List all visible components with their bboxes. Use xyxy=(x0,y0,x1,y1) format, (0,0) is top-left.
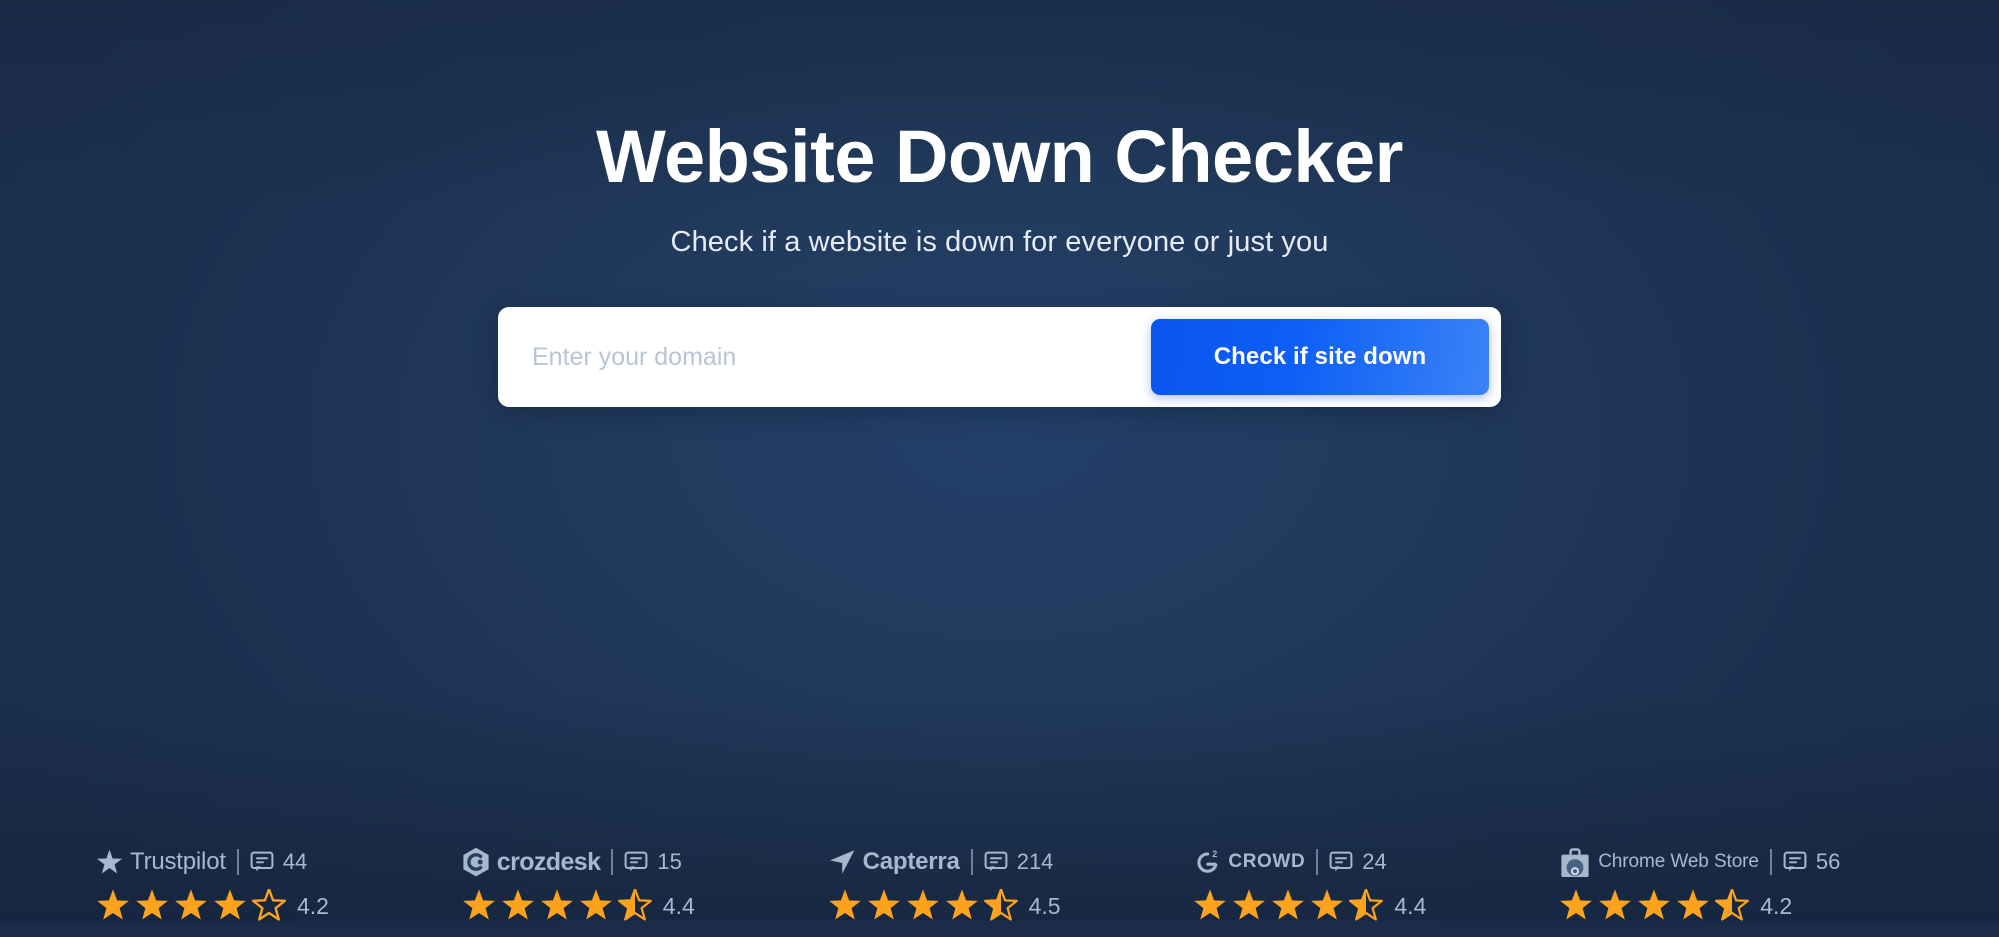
review-badge[interactable]: 2 CROWD 24 4.4 xyxy=(1193,847,1559,923)
star-filled-icon xyxy=(213,889,247,923)
star-filled-icon xyxy=(174,889,208,923)
rating-value: 4.4 xyxy=(662,892,695,919)
star-filled-icon xyxy=(828,889,862,923)
badge-divider xyxy=(1316,849,1319,875)
domain-input[interactable] xyxy=(510,319,1151,396)
hero-bottom-bar xyxy=(0,921,1999,937)
speech-bubble-icon xyxy=(1329,850,1353,874)
star-filled-icon xyxy=(135,889,169,923)
rating-value: 4.5 xyxy=(1028,892,1061,919)
speech-bubble-icon xyxy=(250,850,274,874)
badge-divider xyxy=(236,849,239,875)
speech-bubble-icon xyxy=(624,850,648,874)
star-filled-icon xyxy=(1193,889,1227,923)
rating-value: 4.4 xyxy=(1394,892,1427,919)
star-filled-icon xyxy=(501,889,535,923)
chrome-web-store-bag-icon xyxy=(1559,847,1591,878)
badge-divider xyxy=(611,849,614,875)
brand-name: Capterra xyxy=(862,848,960,875)
badge-header: Chrome Web Store 56 xyxy=(1559,847,1925,877)
review-badge[interactable]: Capterra 214 4.5 xyxy=(828,847,1194,923)
review-badges-row: Trustpilot 44 4.2 crozdesk 15 4.4 Capterra 214 4… xyxy=(0,847,1999,923)
star-half-icon xyxy=(983,889,1018,923)
star-filled-icon xyxy=(1598,889,1632,923)
badge-header: crozdesk 15 xyxy=(462,847,828,877)
star-filled-icon xyxy=(1559,889,1593,923)
badge-divider xyxy=(1769,849,1772,875)
star-rating: 4.2 xyxy=(96,889,462,923)
review-count: 15 xyxy=(657,849,682,874)
star-empty-icon xyxy=(252,889,286,923)
review-count-group: 44 xyxy=(250,849,307,875)
star-filled-icon xyxy=(906,889,940,923)
star-rating: 4.2 xyxy=(1559,889,1925,923)
review-count: 214 xyxy=(1016,849,1054,874)
star-filled-icon xyxy=(1637,889,1671,923)
review-count: 24 xyxy=(1362,849,1387,874)
star-rating: 4.4 xyxy=(1193,889,1559,923)
rating-value: 4.2 xyxy=(1760,892,1793,919)
brand-name: Chrome Web Store xyxy=(1598,851,1759,872)
brand-logo: Capterra xyxy=(828,848,960,876)
review-count: 44 xyxy=(282,849,308,874)
crozdesk-hexagon-icon xyxy=(462,847,490,877)
speech-bubble-icon xyxy=(984,850,1008,874)
page-title: Website Down Checker xyxy=(596,115,1403,198)
review-count-group: 56 xyxy=(1783,849,1840,875)
review-count-group: 24 xyxy=(1329,849,1387,875)
star-filled-icon xyxy=(867,889,901,923)
badge-header: Trustpilot 44 xyxy=(96,847,462,877)
star-rating: 4.5 xyxy=(828,889,1194,923)
speech-bubble-icon xyxy=(1783,850,1807,874)
review-count-group: 214 xyxy=(984,849,1054,875)
star-half-icon xyxy=(1715,889,1750,923)
star-filled-icon xyxy=(1271,889,1305,923)
brand-logo: 2 CROWD xyxy=(1193,848,1305,876)
svg-text:2: 2 xyxy=(1213,849,1218,859)
star-filled-icon xyxy=(540,889,574,923)
star-half-icon xyxy=(1349,889,1384,923)
brand-logo: Chrome Web Store xyxy=(1559,847,1759,878)
badge-divider xyxy=(970,849,973,875)
star-filled-icon xyxy=(462,889,496,923)
hero-section: Website Down Checker Check if a website … xyxy=(0,0,1999,937)
star-filled-icon xyxy=(1232,889,1266,923)
brand-logo: Trustpilot xyxy=(96,848,226,876)
badge-header: 2 CROWD 24 xyxy=(1193,847,1559,877)
check-if-site-down-button[interactable]: Check if site down xyxy=(1151,319,1489,396)
star-filled-icon xyxy=(1310,889,1344,923)
brand-name: Trustpilot xyxy=(130,848,226,875)
star-filled-icon xyxy=(1676,889,1710,923)
trustpilot-star-icon xyxy=(96,849,123,876)
search-card: Check if site down xyxy=(498,307,1501,408)
badge-header: Capterra 214 xyxy=(828,847,1194,877)
star-filled-icon xyxy=(579,889,613,923)
review-badge[interactable]: Trustpilot 44 4.2 xyxy=(96,847,462,923)
review-count: 56 xyxy=(1815,849,1841,874)
brand-name: crozdesk xyxy=(496,847,601,876)
star-filled-icon xyxy=(945,889,979,923)
review-badge[interactable]: Chrome Web Store 56 4.2 xyxy=(1559,847,1925,923)
brand-name: CROWD xyxy=(1228,851,1306,872)
page-subtitle: Check if a website is down for everyone … xyxy=(670,226,1329,259)
hero-content: Website Down Checker Check if a website … xyxy=(0,115,1999,408)
review-badge[interactable]: crozdesk 15 4.4 xyxy=(462,847,828,923)
review-count-group: 15 xyxy=(624,849,682,875)
brand-logo: crozdesk xyxy=(462,847,601,877)
rating-value: 4.2 xyxy=(297,892,329,919)
capterra-arrow-icon xyxy=(828,849,856,875)
g2-crowd-icon: 2 xyxy=(1193,848,1221,876)
star-half-icon xyxy=(617,889,652,923)
star-filled-icon xyxy=(96,889,130,923)
star-rating: 4.4 xyxy=(462,889,828,923)
